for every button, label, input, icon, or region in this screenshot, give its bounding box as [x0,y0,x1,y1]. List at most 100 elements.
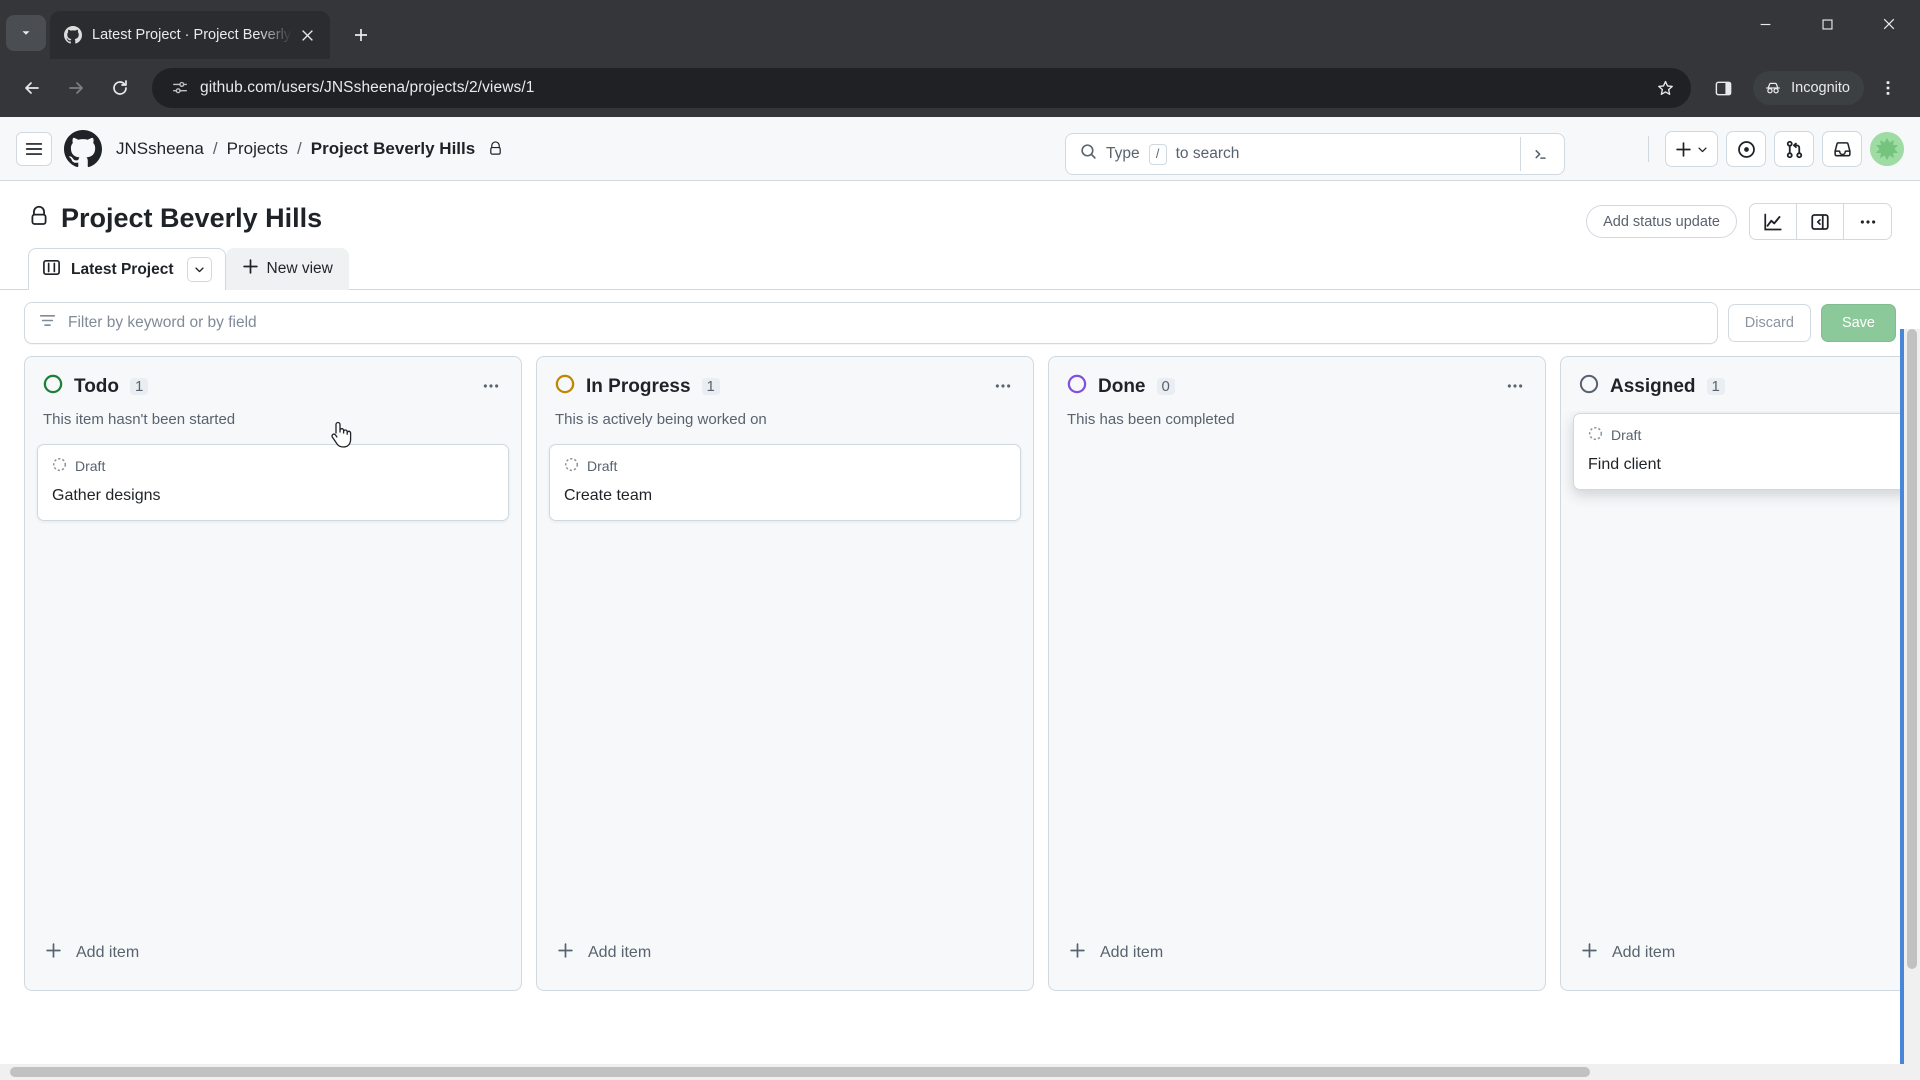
project-title-text: Project Beverly Hills [61,203,323,233]
card-badge: Draft [587,458,618,474]
avatar[interactable] [1870,132,1904,166]
board-card[interactable]: Draft Create team [549,444,1021,521]
column-cards: Draft Find client [1561,411,1920,932]
project-actions: Add status update [1586,203,1892,240]
discard-button[interactable]: Discard [1727,304,1811,342]
global-actions [1640,131,1904,167]
add-item-button[interactable]: Add item [37,932,509,974]
save-label: Save [1841,315,1875,331]
add-item-label: Add item [1612,944,1676,961]
browser-tab-title: Latest Project · Project Beverly H [92,27,294,43]
hamburger-icon[interactable] [16,131,52,166]
draft-icon [1588,426,1603,444]
breadcrumb-projects[interactable]: Projects [227,139,288,159]
save-button[interactable]: Save [1820,304,1896,342]
minimize-icon[interactable] [1734,0,1796,48]
maximize-icon[interactable] [1796,0,1858,48]
project-header: Project Beverly Hills Add status update [0,181,1920,240]
chrome-menu-icon[interactable] [1868,68,1908,108]
browser-toolbar: github.com/users/JNSsheena/projects/2/vi… [0,59,1920,117]
window-controls [1734,0,1920,48]
column-header: In Progress 1 This is actively being wor… [537,357,1033,428]
board-column-in-progress: In Progress 1 This is actively being wor… [536,356,1034,991]
tab-latest-project-label: Latest Project [71,260,174,278]
create-new-button[interactable] [1665,131,1718,167]
tab-search-button[interactable] [6,15,46,51]
plus-icon [557,942,574,964]
filter-icon [39,312,56,334]
insights-icon[interactable] [1750,204,1797,239]
card-title: Create team [564,487,653,504]
board-column-assigned: Assigned 1 Draft Find client Add item [1560,356,1920,991]
reload-icon[interactable] [100,68,140,108]
vertical-scrollbar[interactable] [1904,329,1920,1064]
browser-tab-active[interactable]: Latest Project · Project Beverly H [50,11,330,59]
plus-icon [242,258,259,280]
pull-requests-icon[interactable] [1774,131,1814,167]
bookmark-star-icon[interactable] [1645,68,1685,108]
board-card[interactable]: Draft Gather designs [37,444,509,521]
column-count: 1 [130,378,149,395]
breadcrumb-separator: / [212,138,218,158]
column-cards: Draft Create team [537,428,1033,932]
chevron-down-icon[interactable] [186,257,212,282]
incognito-indicator[interactable]: Incognito [1753,71,1864,105]
plus-icon [45,942,62,964]
add-status-update-button[interactable]: Add status update [1586,205,1737,238]
column-kebab-icon[interactable] [987,371,1019,401]
close-window-icon[interactable] [1858,0,1920,48]
new-view-button[interactable]: New view [225,248,349,290]
column-kebab-icon[interactable] [475,371,507,401]
plus-icon [1069,942,1086,964]
column-header: Todo 1 This item hasn't been started [25,357,521,428]
side-panel-icon[interactable] [1703,68,1743,108]
status-circle-icon [555,374,575,399]
filter-input[interactable]: Filter by keyword or by field [24,302,1718,344]
column-footer: Add item [1049,932,1545,990]
view-tab-bar: Latest Project New view [0,234,1920,290]
add-item-label: Add item [76,944,140,961]
address-bar[interactable]: github.com/users/JNSsheena/projects/2/vi… [152,68,1692,108]
discard-label: Discard [1744,315,1794,331]
panel-toggle-icon[interactable] [1797,204,1844,239]
search-icon [1080,143,1097,165]
column-name: Assigned [1610,375,1696,397]
column-description: This is actively being worked on [555,411,767,428]
board-area: Todo 1 This item hasn't been started Dra… [0,356,1920,1080]
status-circle-icon [43,374,63,399]
column-name: Done [1098,375,1146,397]
command-palette-icon[interactable] [1520,137,1560,171]
url-text: github.com/users/JNSsheena/projects/2/vi… [200,79,535,96]
column-kebab-icon[interactable] [1499,371,1531,401]
back-icon[interactable] [12,68,52,108]
github-mark-icon[interactable] [64,129,102,168]
column-footer: Add item [537,932,1033,990]
chevron-down-icon [1698,147,1707,152]
divider [1648,136,1649,162]
card-badge: Draft [1611,427,1642,443]
add-item-button[interactable]: Add item [549,932,1021,974]
vertical-scrollbar-thumb[interactable] [1907,329,1917,969]
add-item-button[interactable]: Add item [1061,932,1533,974]
breadcrumb-owner[interactable]: JNSsheena [116,139,204,159]
private-lock-icon [488,141,503,156]
board-card[interactable]: Draft Find client [1573,413,1920,490]
inbox-icon[interactable] [1822,131,1862,167]
status-circle-icon [1579,374,1599,399]
tab-latest-project[interactable]: Latest Project [28,248,226,290]
add-item-button[interactable]: Add item [1573,932,1920,974]
issues-icon[interactable] [1726,131,1766,167]
new-tab-button[interactable] [344,18,378,52]
breadcrumb-current[interactable]: Project Beverly Hills [311,139,475,159]
close-icon[interactable] [294,22,320,48]
project-kebab-icon[interactable] [1844,204,1891,239]
site-settings-icon[interactable] [166,74,194,102]
forward-icon[interactable] [56,68,96,108]
horizontal-scrollbar[interactable] [0,1064,1920,1080]
column-header: Done 0 This has been completed [1049,357,1545,428]
add-status-update-label: Add status update [1603,213,1720,230]
horizontal-scrollbar-thumb[interactable] [10,1067,1590,1077]
search-input[interactable]: Type / to search [1065,133,1565,175]
add-item-label: Add item [1100,944,1164,961]
card-title: Gather designs [52,487,161,504]
